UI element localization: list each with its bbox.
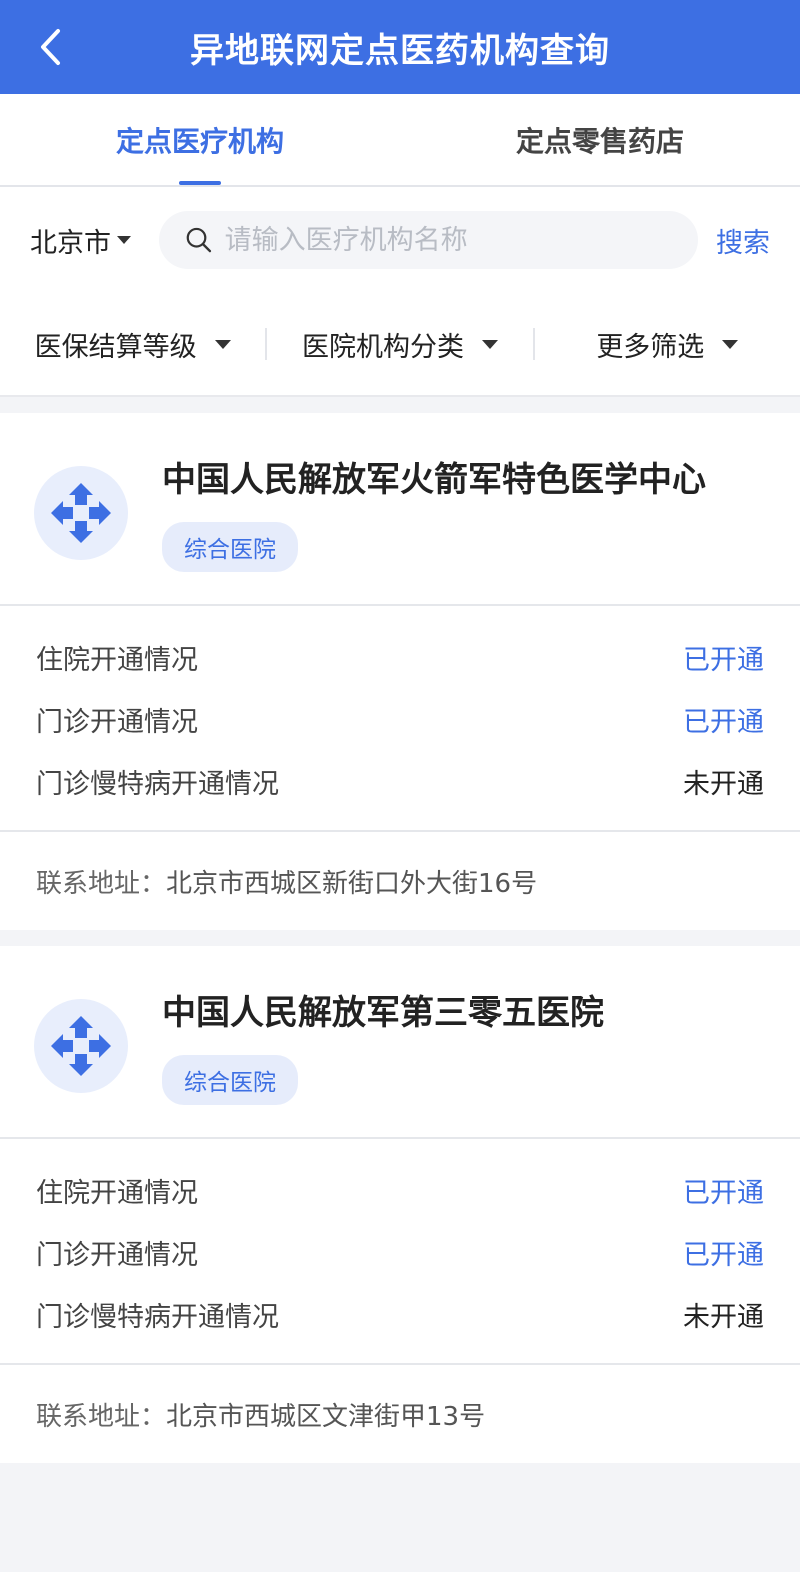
hospital-logo	[34, 465, 128, 560]
status-label: 住院开通情况	[36, 1177, 198, 1209]
status-value: 未开通	[683, 768, 764, 800]
filter-label: 医保结算等级	[34, 331, 197, 363]
address: 联系地址： 北京市西城区文津街甲13号	[0, 1365, 800, 1463]
back-button[interactable]	[30, 24, 70, 70]
status-row-inpatient: 住院开通情况 已开通	[36, 1159, 764, 1221]
status-label: 门诊慢特病开通情况	[36, 768, 279, 800]
institution-name: 中国人民解放军第三零五医院	[162, 993, 604, 1033]
status-row-outpatient: 门诊开通情况 已开通	[36, 688, 764, 750]
hospital-logo-icon	[51, 1015, 111, 1076]
category-badge: 综合医院	[162, 522, 298, 572]
tab-medical-institutions[interactable]: 定点医疗机构	[0, 94, 400, 185]
tab-retail-pharmacies[interactable]: 定点零售药店	[400, 94, 800, 185]
page-title: 异地联网定点医药机构查询	[190, 30, 610, 71]
status-label: 门诊开通情况	[36, 706, 198, 738]
status-row-chronic: 门诊慢特病开通情况 未开通	[36, 1283, 764, 1345]
address-value: 北京市西城区新街口外大街16号	[166, 868, 538, 899]
address-value: 北京市西城区文津街甲13号	[166, 1401, 486, 1432]
chevron-left-icon	[41, 29, 60, 65]
status-list: 住院开通情况 已开通 门诊开通情况 已开通 门诊慢特病开通情况 未开通	[0, 1139, 800, 1365]
filter-bar: 医保结算等级 医院机构分类 更多筛选	[0, 293, 800, 397]
address: 联系地址： 北京市西城区新街口外大街16号	[0, 832, 800, 930]
filter-label: 医院机构分类	[301, 331, 464, 363]
filter-label: 更多筛选	[596, 331, 705, 363]
caret-down-icon	[117, 236, 131, 244]
filter-hospital-category[interactable]: 医院机构分类	[267, 325, 532, 364]
search-icon	[186, 227, 212, 253]
institution-card[interactable]: 中国人民解放军第三零五医院 综合医院 住院开通情况 已开通 门诊开通情况 已开通…	[0, 946, 800, 1463]
address-label: 联系地址：	[36, 868, 167, 899]
status-value: 已开通	[683, 644, 764, 676]
category-badge: 综合医院	[162, 1055, 298, 1105]
search-input[interactable]	[224, 224, 698, 256]
institution-name: 中国人民解放军火箭军特色医学中心	[162, 460, 706, 500]
status-row-chronic: 门诊慢特病开通情况 未开通	[36, 750, 764, 812]
hospital-logo	[34, 998, 128, 1093]
address-label: 联系地址：	[36, 1401, 167, 1432]
status-value: 已开通	[683, 1239, 764, 1271]
status-row-outpatient: 门诊开通情况 已开通	[36, 1221, 764, 1283]
search-button[interactable]: 搜索	[716, 221, 770, 260]
search-box[interactable]	[159, 211, 698, 269]
status-label: 住院开通情况	[36, 644, 198, 676]
card-header: 中国人民解放军火箭军特色医学中心 综合医院	[0, 413, 800, 606]
filter-more[interactable]: 更多筛选	[535, 325, 800, 364]
status-value: 未开通	[683, 1301, 764, 1333]
card-info: 中国人民解放军第三零五医院 综合医院	[162, 986, 770, 1105]
card-header: 中国人民解放军第三零五医院 综合医院	[0, 946, 800, 1139]
hospital-logo-icon	[51, 482, 111, 543]
institution-card[interactable]: 中国人民解放军火箭军特色医学中心 综合医院 住院开通情况 已开通 门诊开通情况 …	[0, 413, 800, 930]
search-bar: 北京市 搜索	[0, 187, 800, 293]
filter-settlement-level[interactable]: 医保结算等级	[0, 325, 265, 364]
status-label: 门诊开通情况	[36, 1239, 198, 1271]
app-header: 异地联网定点医药机构查询	[0, 0, 800, 94]
status-row-inpatient: 住院开通情况 已开通	[36, 626, 764, 688]
city-label: 北京市	[30, 227, 111, 259]
status-value: 已开通	[683, 706, 764, 738]
caret-down-icon	[481, 339, 498, 349]
caret-down-icon	[214, 339, 231, 349]
status-label: 门诊慢特病开通情况	[36, 1301, 279, 1333]
status-list: 住院开通情况 已开通 门诊开通情况 已开通 门诊慢特病开通情况 未开通	[0, 606, 800, 832]
caret-down-icon	[722, 339, 739, 349]
tab-bar: 定点医疗机构 定点零售药店	[0, 94, 800, 187]
status-value: 已开通	[683, 1177, 764, 1209]
card-info: 中国人民解放军火箭军特色医学中心 综合医院	[162, 453, 770, 572]
city-selector[interactable]: 北京市	[30, 221, 131, 260]
